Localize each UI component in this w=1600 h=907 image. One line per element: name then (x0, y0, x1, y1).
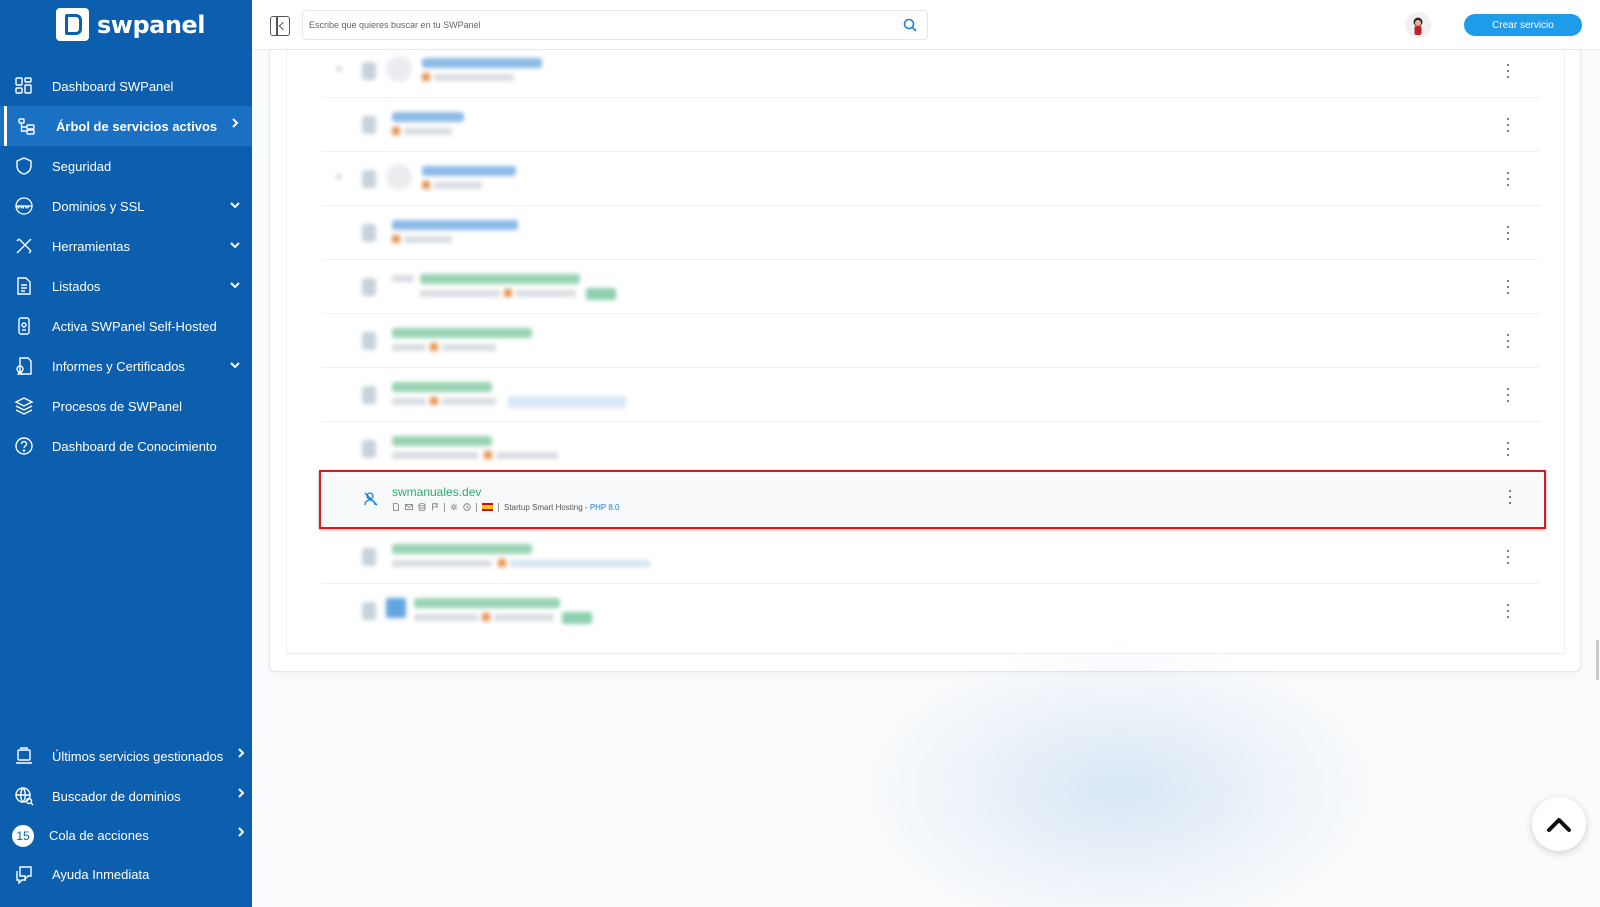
sidebar-item-label: Procesos de SWPanel (52, 399, 183, 414)
scroll-to-top-button[interactable] (1532, 797, 1586, 851)
dashboard-grid-icon (15, 77, 32, 94)
sidebar-item-conocimiento[interactable]: Dashboard de Conocimiento (0, 426, 252, 466)
background-glow (860, 640, 1380, 907)
chevron-right-icon (238, 748, 245, 758)
service-row-blurred[interactable] (322, 422, 1540, 476)
sidebar-item-ultimos-servicios[interactable]: Últimos servicios gestionados (0, 736, 252, 776)
swpanel-logo[interactable]: swpanel (56, 8, 205, 41)
sidebar-item-informes[interactable]: Informes y Certificados (0, 346, 252, 386)
create-service-button[interactable]: Crear servicio (1464, 14, 1582, 36)
more-options-icon[interactable] (1506, 280, 1510, 294)
more-options-icon[interactable] (1506, 334, 1510, 348)
sidebar-item-label: Últimos servicios gestionados (52, 749, 224, 764)
sidebar-item-label: Seguridad (52, 159, 112, 174)
user-avatar[interactable] (1405, 12, 1431, 38)
sidebar-item-label: Dominios y SSL (52, 199, 145, 214)
service-row-blurred[interactable] (322, 152, 1540, 206)
chevron-down-icon (230, 362, 240, 369)
actions-count-badge: 15 (12, 825, 34, 847)
sidebar-item-buscador-dominios[interactable]: Buscador de dominios (0, 776, 252, 816)
page-scrollbar[interactable] (1596, 640, 1599, 680)
topbar: Crear servicio (252, 0, 1600, 50)
highlight-annotation-box (319, 470, 1546, 529)
tools-icon (16, 238, 32, 254)
sidebar-item-procesos[interactable]: Procesos de SWPanel (0, 386, 252, 426)
layers-icon (14, 397, 34, 415)
service-row-blurred[interactable] (322, 206, 1540, 260)
self-hosted-icon (18, 317, 30, 335)
collapse-sidebar-button[interactable] (270, 16, 290, 36)
chevron-right-icon (238, 827, 245, 837)
search-icon[interactable] (903, 18, 917, 32)
search-box[interactable] (302, 10, 928, 40)
sidebar-item-label: Herramientas (52, 239, 131, 254)
chat-help-icon (16, 866, 32, 884)
sidebar-item-label: Activa SWPanel Self-Hosted (52, 319, 217, 334)
sidebar-item-seguridad[interactable]: Seguridad (0, 146, 252, 186)
service-row-blurred[interactable] (322, 584, 1540, 638)
sidebar-item-label: Dashboard de Conocimiento (52, 439, 217, 454)
sidebar-item-label: Listados (52, 279, 101, 294)
chevron-right-icon (238, 788, 245, 798)
sidebar-item-label: Cola de acciones (49, 828, 149, 843)
more-options-icon[interactable] (1506, 226, 1510, 240)
swpanel-logo-icon (56, 8, 89, 41)
sidebar-item-label: Dashboard SWPanel (52, 79, 174, 94)
sidebar-item-self-hosted[interactable]: Activa SWPanel Self-Hosted (0, 306, 252, 346)
more-options-icon[interactable] (1506, 172, 1510, 186)
chevron-down-icon (230, 282, 240, 289)
sidebar-item-cola-acciones[interactable]: 15 Cola de acciones (0, 815, 252, 855)
service-row-blurred[interactable] (322, 530, 1540, 584)
document-list-icon (17, 277, 31, 295)
sidebar: swpanel Dashboard SWPanel Árbol de servi… (0, 0, 252, 907)
service-row-blurred[interactable] (322, 98, 1540, 152)
more-options-icon[interactable] (1506, 550, 1510, 564)
domain-search-icon (15, 787, 34, 806)
sidebar-item-dashboard[interactable]: Dashboard SWPanel (0, 66, 252, 106)
more-options-icon[interactable] (1506, 604, 1510, 618)
www-globe-icon: www (15, 197, 33, 215)
chevron-down-icon (230, 242, 240, 249)
sidebar-item-label: Ayuda Inmediata (52, 867, 150, 882)
service-tree-icon (18, 118, 35, 135)
service-row-blurred[interactable] (322, 260, 1540, 314)
recent-services-icon (16, 747, 32, 764)
more-options-icon[interactable] (1506, 64, 1510, 78)
chevron-up-icon (1547, 818, 1571, 832)
sidebar-item-label: Buscador de dominios (52, 789, 181, 804)
sidebar-item-label: Informes y Certificados (52, 359, 185, 374)
sidebar-item-listados[interactable]: Listados (0, 266, 252, 306)
sidebar-item-dominios[interactable]: www Dominios y SSL (0, 186, 252, 226)
shield-icon (16, 157, 32, 175)
more-options-icon[interactable] (1506, 388, 1510, 402)
more-options-icon[interactable] (1506, 118, 1510, 132)
brand-name: swpanel (97, 10, 205, 39)
sidebar-item-label: Árbol de servicios activos (56, 119, 218, 134)
sidebar-item-ayuda[interactable]: Ayuda Inmediata (0, 854, 252, 894)
search-input[interactable] (303, 11, 883, 39)
chevron-down-icon (230, 202, 240, 209)
help-circle-icon (15, 437, 33, 455)
service-row-blurred[interactable] (322, 368, 1540, 422)
sidebar-item-herramientas[interactable]: Herramientas (0, 226, 252, 266)
report-icon (16, 357, 32, 376)
service-row-blurred[interactable] (322, 44, 1540, 98)
svg-text:www: www (16, 205, 30, 211)
service-row-blurred[interactable] (322, 314, 1540, 368)
chevron-right-icon (232, 118, 239, 128)
more-options-icon[interactable] (1506, 442, 1510, 456)
sidebar-item-service-tree[interactable]: Árbol de servicios activos (0, 106, 252, 146)
